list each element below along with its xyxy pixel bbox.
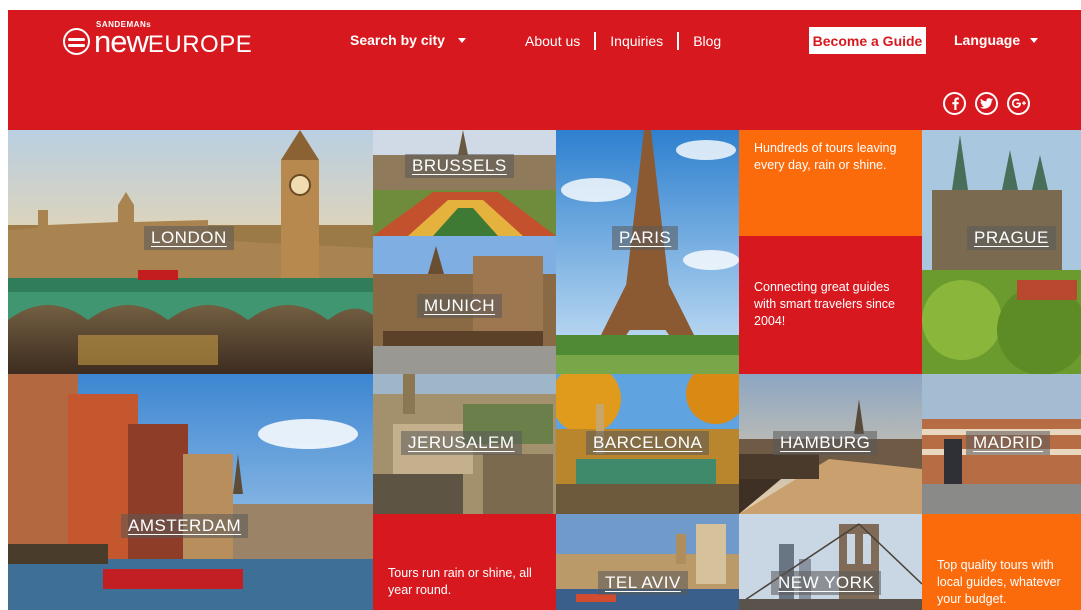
city-tile-tel-aviv[interactable]: TEL AVIV: [556, 514, 739, 610]
city-label-munich: MUNICH: [417, 294, 502, 318]
city-label-tel-aviv: TEL AVIV: [598, 571, 688, 595]
info-tile-rain-or-shine: Tours run rain or shine, all year round.: [373, 514, 556, 610]
brussels-photo: [373, 130, 556, 236]
info-text-hundreds-of-tours: Hundreds of tours leaving every day, rai…: [754, 141, 897, 172]
city-label-hamburg: HAMBURG: [773, 431, 878, 455]
search-by-city-dropdown[interactable]: Search by city: [350, 32, 466, 48]
tel-aviv-photo: [556, 514, 739, 610]
logo-new-text: new: [94, 23, 149, 59]
city-tile-hamburg[interactable]: HAMBURG: [739, 374, 922, 514]
chevron-down-icon: [457, 37, 466, 43]
paris-photo: [556, 130, 739, 374]
nav-divider: [677, 32, 680, 50]
info-text-rain-or-shine: Tours run rain or shine, all year round.: [388, 566, 532, 597]
language-dropdown[interactable]: Language: [954, 32, 1039, 48]
logo-wordmark: SANDEMANs newEUROPE: [94, 20, 253, 59]
city-tile-brussels[interactable]: BRUSSELS: [373, 130, 556, 236]
language-label: Language: [954, 32, 1021, 48]
social-links: [943, 92, 1039, 115]
info-text-top-quality: Top quality tours with local guides, wha…: [937, 558, 1061, 606]
info-tile-connecting-guides: Connecting great guides with smart trave…: [739, 236, 922, 374]
logo-europe-text: EUROPE: [147, 30, 253, 58]
city-tile-prague[interactable]: PRAGUE: [922, 130, 1081, 374]
twitter-icon[interactable]: [975, 92, 998, 115]
prague-photo: [922, 130, 1081, 374]
city-tile-amsterdam[interactable]: AMSTERDAM: [8, 374, 373, 610]
site-logo[interactable]: SANDEMANs newEUROPE: [63, 20, 253, 59]
search-by-city-label: Search by city: [350, 32, 445, 48]
city-tile-barcelona[interactable]: BARCELONA: [556, 374, 739, 514]
city-tile-jerusalem[interactable]: JERUSALEM: [373, 374, 556, 514]
main-nav: About us Inquiries Blog: [525, 32, 721, 50]
city-label-london: LONDON: [144, 226, 234, 250]
city-tile-madrid[interactable]: MADRID: [922, 374, 1081, 514]
city-tile-london[interactable]: LONDON: [8, 130, 373, 374]
city-tile-new-york[interactable]: NEW YORK: [739, 514, 922, 610]
nav-divider: [594, 32, 597, 50]
city-tile-munich[interactable]: MUNICH: [373, 236, 556, 374]
googleplus-icon[interactable]: [1007, 92, 1030, 115]
info-text-connecting-guides: Connecting great guides with smart trave…: [754, 280, 896, 328]
city-label-jerusalem: JERUSALEM: [401, 431, 522, 455]
nav-about-us[interactable]: About us: [525, 33, 580, 49]
city-label-new-york: NEW YORK: [771, 571, 882, 595]
logo-mark-icon: [63, 27, 90, 55]
city-label-paris: PARIS: [612, 226, 679, 250]
become-a-guide-button[interactable]: Become a Guide: [809, 27, 926, 54]
nav-blog[interactable]: Blog: [693, 33, 721, 49]
city-label-prague: PRAGUE: [967, 226, 1056, 250]
london-photo: [8, 130, 373, 374]
info-tile-top-quality: Top quality tours with local guides, wha…: [922, 514, 1081, 610]
page: SANDEMANs newEUROPE Search by city About…: [8, 10, 1081, 610]
info-tile-hundreds-of-tours: Hundreds of tours leaving every day, rai…: [739, 130, 922, 236]
city-label-brussels: BRUSSELS: [405, 154, 514, 178]
city-label-madrid: MADRID: [966, 431, 1051, 455]
site-header: SANDEMANs newEUROPE Search by city About…: [8, 10, 1081, 130]
city-label-barcelona: BARCELONA: [586, 431, 710, 455]
city-label-amsterdam: AMSTERDAM: [121, 514, 249, 538]
chevron-down-icon: [1030, 37, 1039, 43]
new-york-photo: [739, 514, 922, 610]
logo-small-text: SANDEMANs: [96, 19, 152, 29]
nav-inquiries[interactable]: Inquiries: [610, 33, 663, 49]
amsterdam-photo: [8, 374, 373, 610]
city-tile-paris[interactable]: PARIS: [556, 130, 739, 374]
facebook-icon[interactable]: [943, 92, 966, 115]
